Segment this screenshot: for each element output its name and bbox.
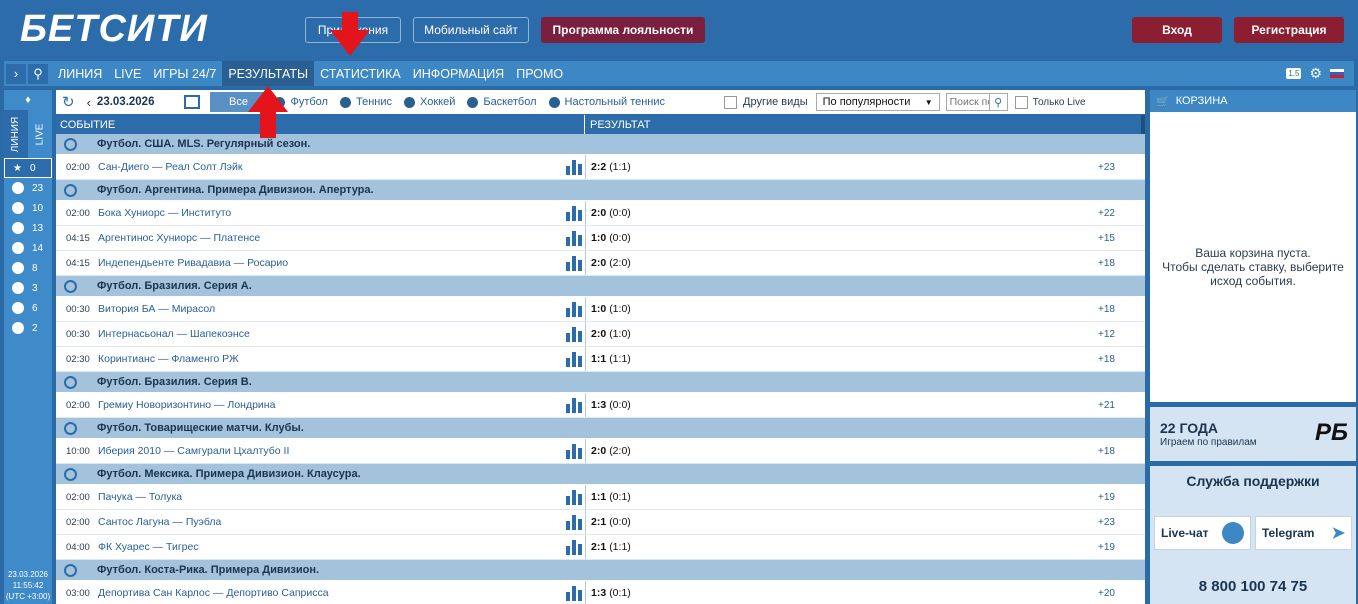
annotation-arrows — [248, 12, 370, 138]
arrow-up-annotation — [248, 86, 288, 138]
arrow-down-annotation — [330, 12, 370, 56]
